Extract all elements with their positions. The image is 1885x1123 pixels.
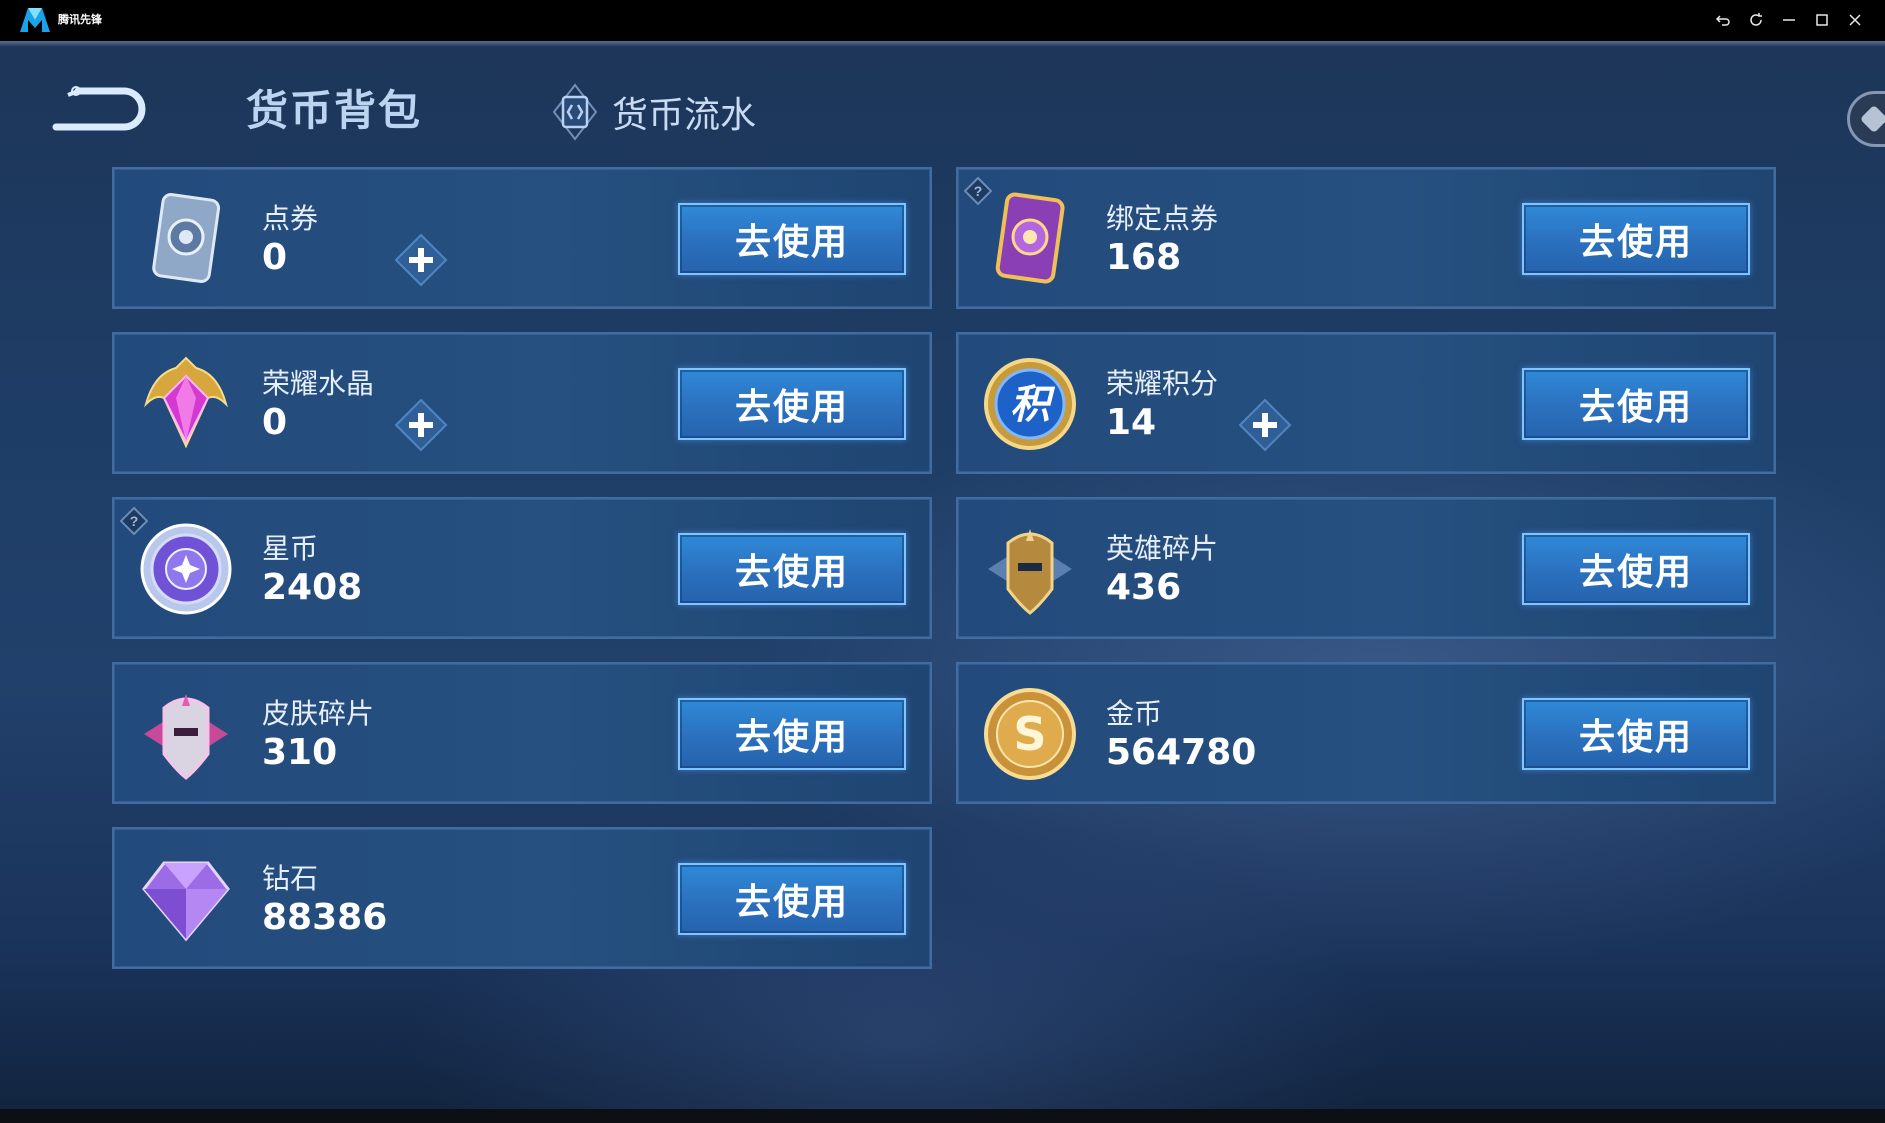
bound-voucher-card-icon xyxy=(980,189,1080,289)
svg-text:S: S xyxy=(1013,707,1046,761)
back-icon[interactable] xyxy=(1710,8,1735,32)
app-logo: 腾讯先锋 xyxy=(18,5,108,35)
app-logo-icon xyxy=(20,8,50,32)
currency-card-gold-coin: S 金币 564780 去使用 xyxy=(956,662,1776,804)
currency-card-star-coin: ? 星币 2408 去使用 xyxy=(112,497,932,639)
currency-name: 皮肤碎片 xyxy=(262,697,375,730)
close-icon[interactable] xyxy=(1842,8,1867,32)
currency-name: 英雄碎片 xyxy=(1106,532,1219,565)
app-logo-text: 腾讯先锋 xyxy=(58,13,102,26)
tab-currency-flow[interactable]: 货币流水 xyxy=(550,83,756,141)
use-button[interactable]: 去使用 xyxy=(678,863,906,935)
bottom-border xyxy=(0,1109,1885,1123)
gold-coin-icon: S xyxy=(980,684,1080,784)
use-button[interactable]: 去使用 xyxy=(678,698,906,770)
window-titlebar: 腾讯先锋 xyxy=(0,0,1885,41)
currency-card-glory-crystal: 荣耀水晶 0 去使用 xyxy=(112,332,932,474)
tab-currency-flow-label: 货币流水 xyxy=(612,95,757,136)
svg-text:积: 积 xyxy=(1010,382,1056,428)
plus-icon xyxy=(1238,398,1292,452)
maximize-icon[interactable] xyxy=(1809,8,1834,32)
currency-name: 荣耀积分 xyxy=(1106,367,1219,400)
glory-points-icon: 积 xyxy=(980,354,1080,454)
currency-amount: 0 xyxy=(262,237,288,278)
use-button[interactable]: 去使用 xyxy=(678,203,906,275)
currency-amount: 0 xyxy=(262,402,288,443)
hero-fragment-icon xyxy=(980,519,1080,619)
plus-icon xyxy=(394,233,448,287)
currency-card-diamond: 钻石 88386 去使用 xyxy=(112,827,932,969)
currency-amount: 2408 xyxy=(262,567,363,608)
currency-amount: 168 xyxy=(1106,237,1182,278)
currency-amount: 564780 xyxy=(1106,732,1257,773)
use-button[interactable]: 去使用 xyxy=(678,533,906,605)
recharge-plus-button[interactable] xyxy=(1238,398,1292,452)
currency-backpack-screen: 货币背包 货币流水 点券 0 去使用 ? 绑定点券 168 去使用 荣耀水晶 0… xyxy=(0,41,1885,1109)
currency-name: 星币 xyxy=(262,532,319,565)
use-button[interactable]: 去使用 xyxy=(1522,203,1750,275)
currency-flow-icon xyxy=(552,83,598,141)
use-button[interactable]: 去使用 xyxy=(1522,368,1750,440)
currency-card-hero-fragment: 英雄碎片 436 去使用 xyxy=(956,497,1776,639)
star-coin-icon xyxy=(136,519,236,619)
minimize-icon[interactable] xyxy=(1776,8,1801,32)
window-controls xyxy=(1710,8,1867,32)
skin-fragment-icon xyxy=(136,684,236,784)
currency-name: 钻石 xyxy=(262,862,319,895)
currency-name: 点券 xyxy=(262,202,319,235)
refresh-icon[interactable] xyxy=(1743,8,1768,32)
use-button[interactable]: 去使用 xyxy=(678,368,906,440)
plus-icon xyxy=(394,398,448,452)
page-title: 货币背包 xyxy=(246,86,423,135)
use-button[interactable]: 去使用 xyxy=(1522,698,1750,770)
back-button[interactable] xyxy=(48,83,146,141)
recharge-plus-button[interactable] xyxy=(394,398,448,452)
currency-amount: 310 xyxy=(262,732,338,773)
currency-amount: 14 xyxy=(1106,402,1157,443)
use-button[interactable]: 去使用 xyxy=(1522,533,1750,605)
recharge-plus-button[interactable] xyxy=(394,233,448,287)
currency-amount: 88386 xyxy=(262,897,388,938)
back-arrow-icon xyxy=(52,86,146,131)
currency-card-glory-points: 积 荣耀积分 14 去使用 xyxy=(956,332,1776,474)
currency-name: 绑定点券 xyxy=(1106,202,1219,235)
glory-crystal-icon xyxy=(136,354,236,454)
currency-card-voucher: 点券 0 去使用 xyxy=(112,167,932,309)
diamond-icon xyxy=(136,849,236,949)
currency-card-bound-voucher: ? 绑定点券 168 去使用 xyxy=(956,167,1776,309)
currency-name: 荣耀水晶 xyxy=(262,367,375,400)
currency-card-skin-fragment: 皮肤碎片 310 去使用 xyxy=(112,662,932,804)
side-drawer-handle[interactable] xyxy=(1847,91,1885,147)
voucher-card-icon xyxy=(136,189,236,289)
currency-name: 金币 xyxy=(1106,697,1163,730)
currency-amount: 436 xyxy=(1106,567,1182,608)
